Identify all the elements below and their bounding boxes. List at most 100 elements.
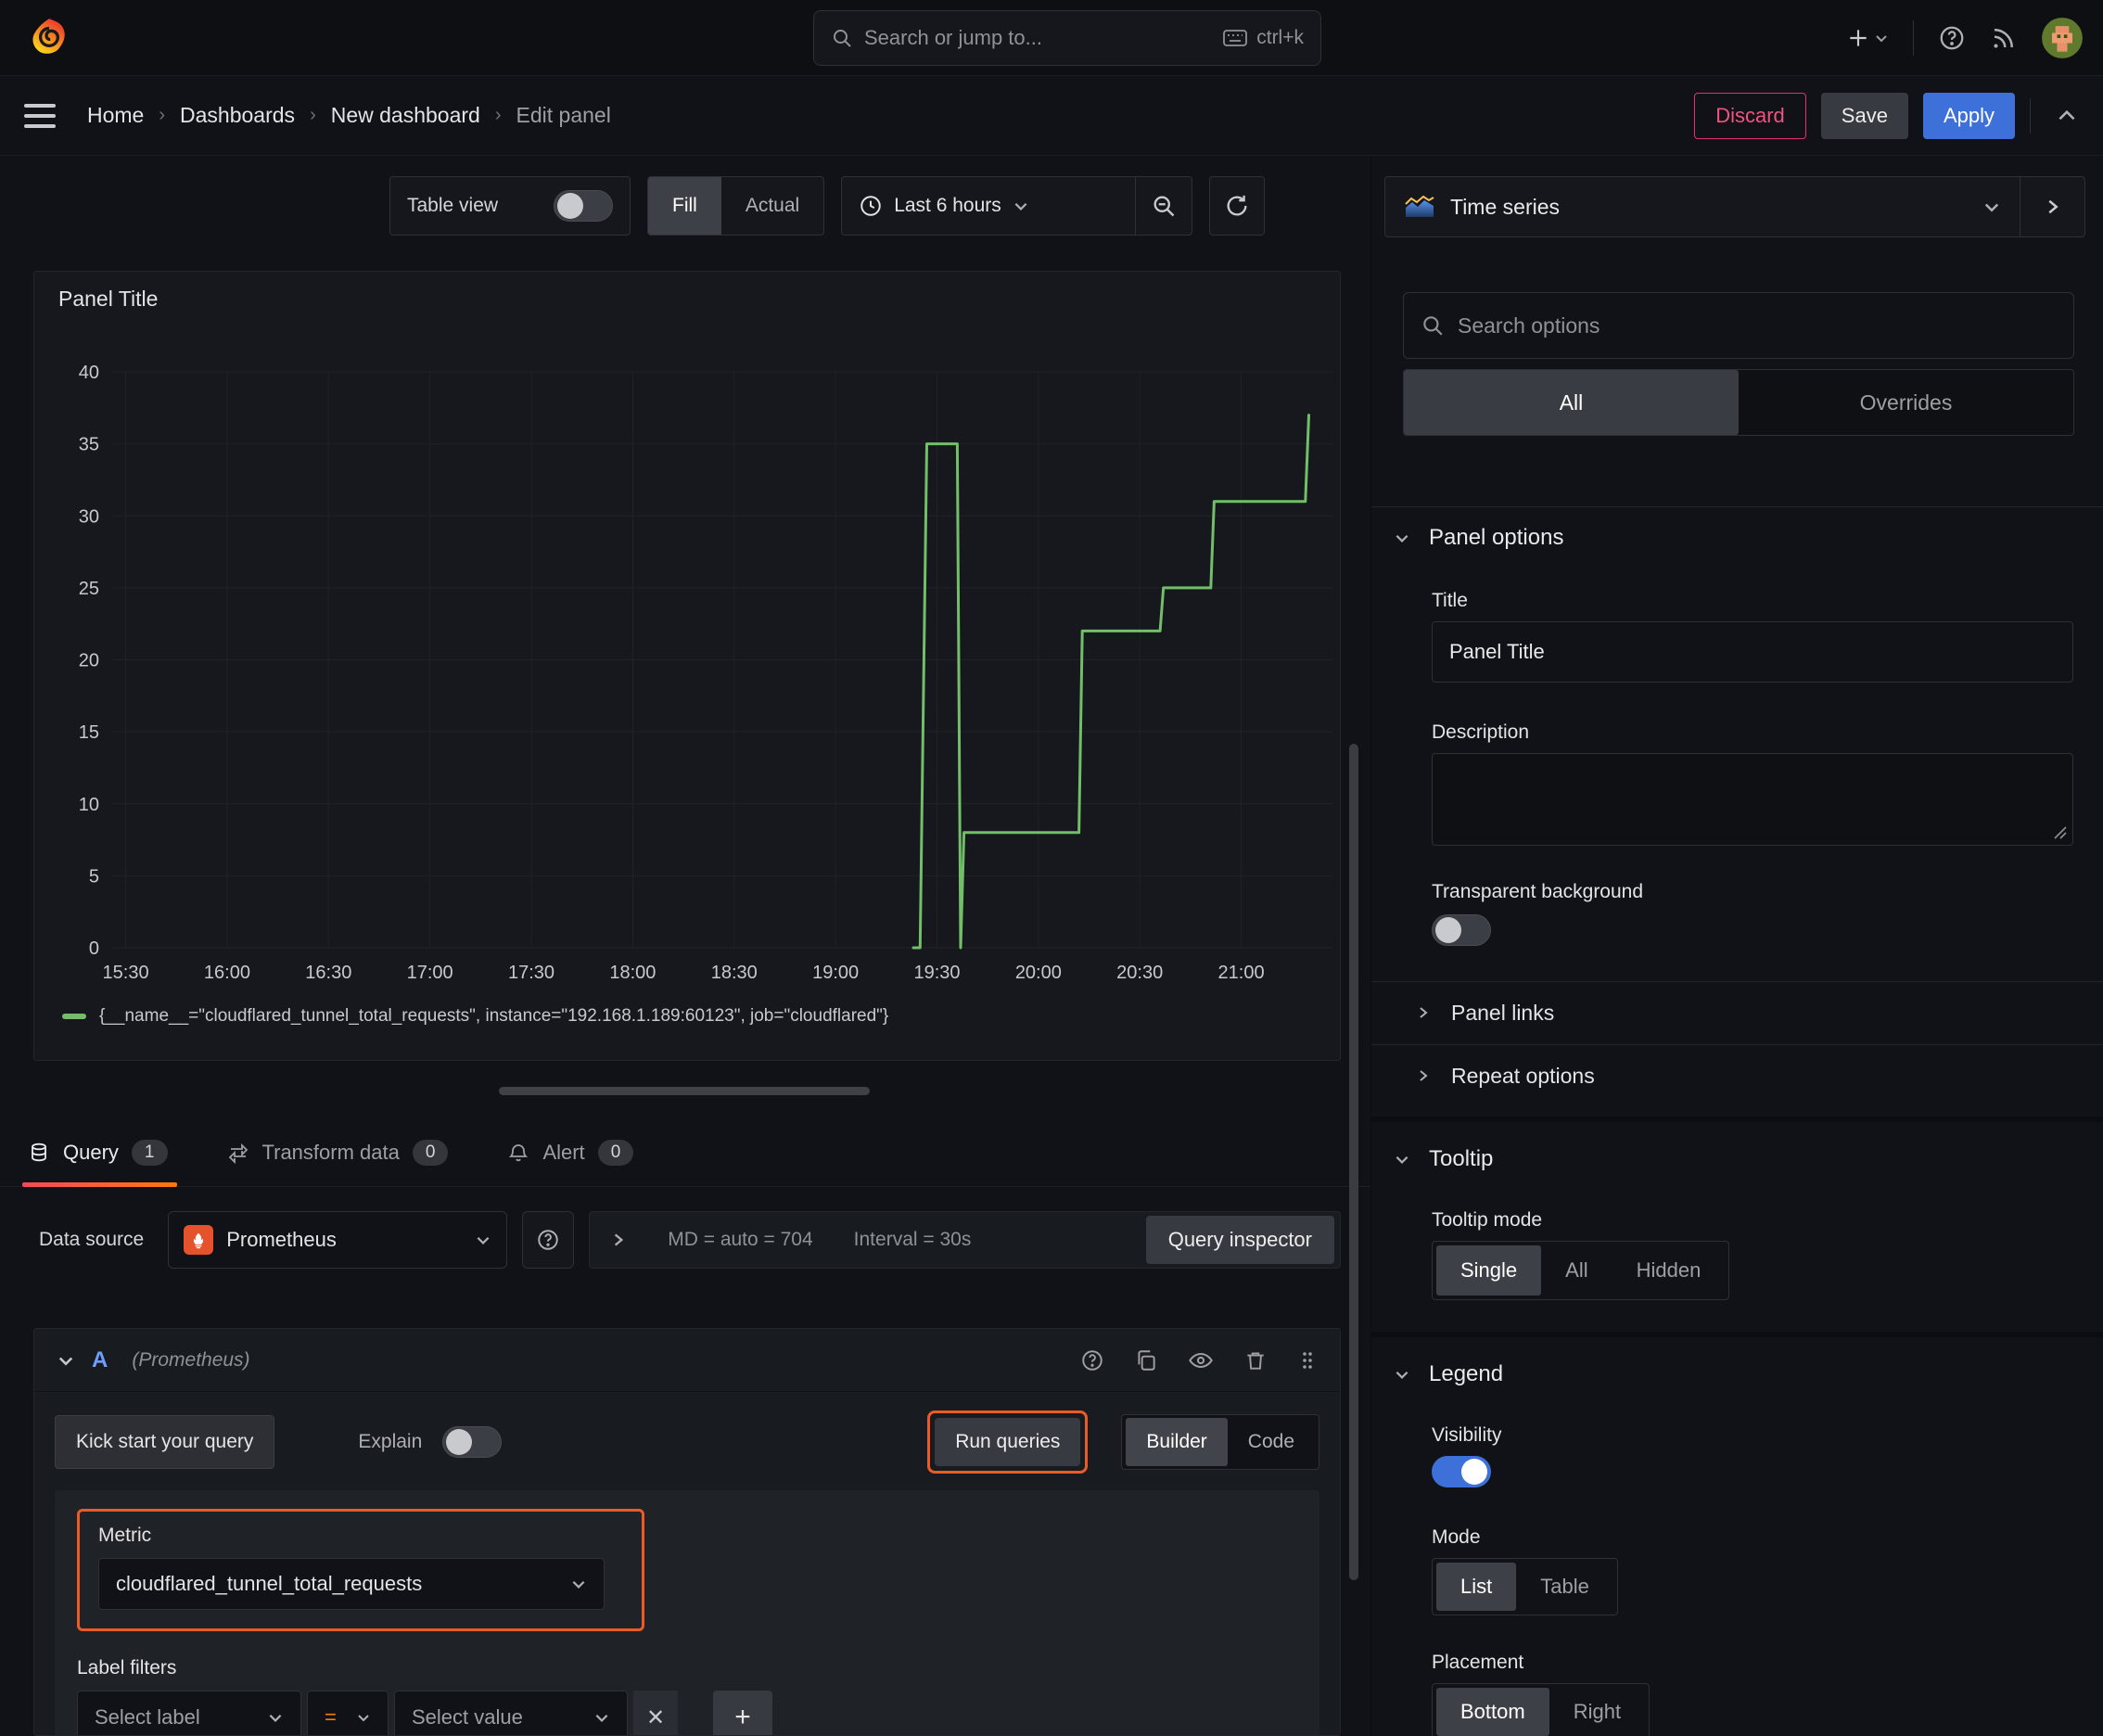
divider xyxy=(2030,97,2031,134)
description-label: Description xyxy=(1432,721,1530,743)
query-inspector-button[interactable]: Query inspector xyxy=(1145,1216,1334,1264)
run-queries-button[interactable]: Run queries xyxy=(935,1418,1081,1466)
section-tooltip[interactable]: Tooltip xyxy=(1394,1146,1493,1172)
breadcrumb-home[interactable]: Home xyxy=(87,103,144,128)
time-range-label: Last 6 hours xyxy=(894,195,1001,216)
panel-title[interactable]: Panel Title xyxy=(58,287,158,312)
actual-option[interactable]: Actual xyxy=(721,177,823,235)
help-button[interactable] xyxy=(1938,24,1966,52)
trash-icon[interactable] xyxy=(1243,1348,1268,1372)
duplicate-icon[interactable] xyxy=(1134,1348,1158,1372)
explain-toggle-group: Explain xyxy=(358,1426,503,1458)
zoom-out-time-button[interactable] xyxy=(1135,177,1192,235)
grafana-logo[interactable] xyxy=(26,15,72,61)
placement-right[interactable]: Right xyxy=(1549,1688,1645,1736)
breadcrumb-dashboards[interactable]: Dashboards xyxy=(180,103,295,128)
section-divider xyxy=(1371,1117,2103,1122)
time-range-picker[interactable]: Last 6 hours xyxy=(841,176,1193,236)
time-series-chart[interactable]: 0 5 10 15 20 25 30 35 40 15:30 16:00 16:30 17:00 17:3… xyxy=(34,337,1342,995)
keyboard-icon xyxy=(1223,29,1248,47)
chevron-down-icon[interactable] xyxy=(57,1351,75,1370)
remove-filter-button[interactable]: ✕ xyxy=(633,1691,678,1735)
tab-all[interactable]: All xyxy=(1404,370,1739,435)
query-options-bar: MD = auto = 704 Interval = 30s Query ins… xyxy=(589,1211,1341,1269)
drag-handle-icon[interactable] xyxy=(1297,1349,1318,1372)
panel-resize-handle[interactable] xyxy=(499,1087,870,1095)
eye-icon[interactable] xyxy=(1188,1347,1214,1373)
query-editor-card: A (Prometheus) Kick start your query Exp… xyxy=(33,1328,1341,1736)
legend-mode-table[interactable]: Table xyxy=(1516,1563,1613,1611)
chevron-up-icon[interactable] xyxy=(2055,104,2079,128)
visualization-picker[interactable]: Time series xyxy=(1384,176,2085,237)
datasource-help-button[interactable] xyxy=(522,1211,575,1269)
new-menu-button[interactable] xyxy=(1846,26,1889,50)
panel-title-input[interactable]: Panel Title xyxy=(1432,621,2073,683)
chevron-down-icon xyxy=(595,1714,608,1722)
svg-text:20:00: 20:00 xyxy=(1015,963,1062,983)
select-label-dropdown[interactable]: Select label xyxy=(77,1691,301,1735)
panel-links-label: Panel links xyxy=(1451,1000,1555,1025)
section-panel-options[interactable]: Panel options xyxy=(1394,525,1563,551)
tooltip-mode-hidden[interactable]: Hidden xyxy=(1612,1245,1726,1296)
help-icon[interactable] xyxy=(1080,1348,1104,1372)
apply-button[interactable]: Apply xyxy=(1922,92,2015,139)
chevron-right-icon: › xyxy=(310,105,316,125)
section-legend[interactable]: Legend xyxy=(1394,1361,1503,1387)
placement-label: Placement xyxy=(1432,1652,1524,1673)
tooltip-mode-all[interactable]: All xyxy=(1541,1245,1612,1296)
metric-label: Metric xyxy=(98,1525,152,1546)
select-value-placeholder: Select value xyxy=(412,1705,523,1729)
tab-overrides[interactable]: Overrides xyxy=(1739,370,2073,435)
code-option[interactable]: Code xyxy=(1228,1418,1315,1466)
transparent-background-toggle[interactable] xyxy=(1432,914,1491,946)
breadcrumb-new-dashboard[interactable]: New dashboard xyxy=(331,103,480,128)
chart-legend[interactable]: {__name__="cloudflared_tunnel_total_requ… xyxy=(62,1006,888,1027)
metric-select[interactable]: cloudflared_tunnel_total_requests xyxy=(98,1558,605,1610)
viz-suggestions-button[interactable] xyxy=(2020,177,2084,236)
divider xyxy=(1371,981,2103,982)
news-icon[interactable] xyxy=(1990,24,2018,52)
select-label-placeholder: Select label xyxy=(95,1705,200,1729)
description-textarea[interactable] xyxy=(1432,753,2073,846)
panel-links-section[interactable]: Panel links xyxy=(1371,987,2103,1039)
svg-text:10: 10 xyxy=(79,795,99,815)
prometheus-icon xyxy=(184,1225,214,1255)
table-view-toggle[interactable] xyxy=(554,190,613,222)
global-search-input[interactable]: Search or jump to... ctrl+k xyxy=(813,10,1321,66)
options-search-input[interactable]: Search options xyxy=(1403,292,2074,359)
kick-start-button[interactable]: Kick start your query xyxy=(55,1415,275,1469)
tab-alert[interactable]: Alert 0 xyxy=(507,1126,634,1180)
time-series-viz-icon xyxy=(1405,195,1434,217)
query-editor-header[interactable]: A (Prometheus) xyxy=(34,1329,1340,1392)
svg-text:17:00: 17:00 xyxy=(407,963,453,983)
edit-actions: Discard Save Apply xyxy=(1694,92,2079,139)
datasource-picker[interactable]: Prometheus xyxy=(168,1211,508,1269)
repeat-options-section[interactable]: Repeat options xyxy=(1371,1050,2103,1102)
chevron-right-icon[interactable] xyxy=(610,1232,627,1248)
top-nav-bar: Search or jump to... ctrl+k xyxy=(0,0,2103,76)
legend-visibility-toggle[interactable] xyxy=(1432,1456,1491,1487)
vertical-scrollbar[interactable] xyxy=(1349,744,1358,1580)
table-view-toggle-group: Table view xyxy=(389,176,631,236)
explain-toggle[interactable] xyxy=(442,1426,503,1458)
user-avatar[interactable] xyxy=(2042,18,2083,58)
tab-transform-data[interactable]: Transform data 0 xyxy=(227,1126,449,1180)
divider xyxy=(1371,1044,2103,1045)
breadcrumb-edit-panel: Edit panel xyxy=(516,103,611,127)
svg-text:0: 0 xyxy=(89,938,99,959)
builder-option[interactable]: Builder xyxy=(1126,1418,1228,1466)
legend-mode-list[interactable]: List xyxy=(1436,1563,1517,1611)
refresh-button[interactable] xyxy=(1209,176,1266,236)
select-value-dropdown[interactable]: Select value xyxy=(394,1691,628,1735)
menu-toggle-icon[interactable] xyxy=(24,103,56,128)
discard-button[interactable]: Discard xyxy=(1694,92,1806,139)
tab-query[interactable]: Query 1 xyxy=(22,1126,176,1187)
fill-option[interactable]: Fill xyxy=(648,177,721,235)
placement-bottom[interactable]: Bottom xyxy=(1436,1688,1549,1736)
add-filter-button[interactable]: + xyxy=(713,1691,772,1735)
operator-dropdown[interactable]: = xyxy=(307,1691,389,1735)
save-button[interactable]: Save xyxy=(1820,92,1908,139)
tooltip-mode-single[interactable]: Single xyxy=(1436,1245,1542,1296)
panel-toolbar: Table view Fill Actual Last 6 hours xyxy=(389,176,1266,236)
query-builder: Metric cloudflared_tunnel_total_requests… xyxy=(55,1490,1319,1735)
